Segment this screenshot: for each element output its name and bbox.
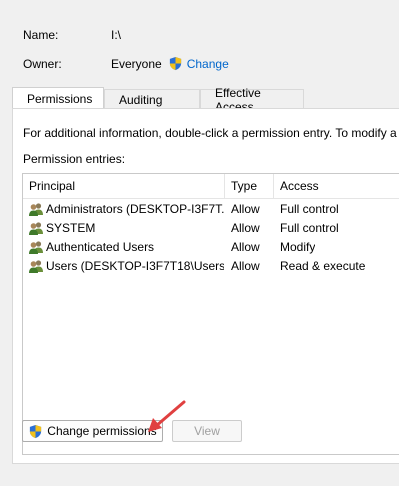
- principal-cell: Authenticated Users: [46, 240, 155, 254]
- name-row: Name: I:\: [23, 28, 121, 42]
- owner-row: Owner: Everyone Change: [23, 56, 229, 71]
- tab-strip: Permissions Auditing Effective Access: [12, 86, 304, 114]
- name-value: I:\: [111, 28, 122, 42]
- table-row[interactable]: Authenticated Users Allow Modify: [23, 238, 399, 257]
- access-cell: Modify: [280, 240, 316, 254]
- access-cell: Full control: [280, 221, 339, 235]
- column-header-access[interactable]: Access: [274, 174, 399, 198]
- column-header-principal[interactable]: Principal: [23, 174, 224, 198]
- table-row[interactable]: Users (DESKTOP-I3F7T18\Users) Allow Read…: [23, 257, 399, 276]
- type-cell: Allow: [231, 202, 260, 216]
- annotation-arrow-icon: [140, 396, 190, 439]
- table-row[interactable]: SYSTEM Allow Full control: [23, 219, 399, 238]
- user-group-icon: [28, 202, 44, 217]
- user-group-icon: [28, 221, 44, 236]
- tab-effective-access[interactable]: Effective Access: [200, 86, 304, 114]
- user-group-icon: [28, 240, 44, 255]
- uac-shield-icon: [28, 424, 43, 439]
- uac-shield-icon: [168, 56, 183, 71]
- owner-label: Owner:: [23, 56, 62, 71]
- access-cell: Read & execute: [280, 259, 366, 273]
- column-header-type[interactable]: Type: [225, 174, 273, 198]
- permissions-panel: For additional information, double-click…: [12, 108, 399, 464]
- list-header: Principal Type Access: [23, 174, 399, 199]
- permission-entries-label: Permission entries:: [23, 152, 126, 166]
- change-owner-link[interactable]: Change: [187, 57, 229, 71]
- type-cell: Allow: [231, 240, 260, 254]
- table-row[interactable]: Administrators (DESKTOP-I3F7T... Allow F…: [23, 200, 399, 219]
- tab-permissions[interactable]: Permissions: [12, 87, 104, 109]
- info-text: For additional information, double-click…: [23, 126, 397, 140]
- owner-value: Everyone: [111, 56, 162, 71]
- principal-cell: Administrators (DESKTOP-I3F7T...: [46, 202, 224, 216]
- access-cell: Full control: [280, 202, 339, 216]
- principal-cell: Users (DESKTOP-I3F7T18\Users): [46, 259, 224, 273]
- name-label: Name:: [23, 28, 59, 42]
- type-cell: Allow: [231, 259, 260, 273]
- user-group-icon: [28, 259, 44, 274]
- principal-cell: SYSTEM: [46, 221, 96, 235]
- permission-entries-list[interactable]: Principal Type Access Administrators (DE…: [22, 173, 399, 455]
- tab-auditing[interactable]: Auditing: [104, 89, 200, 109]
- type-cell: Allow: [231, 221, 260, 235]
